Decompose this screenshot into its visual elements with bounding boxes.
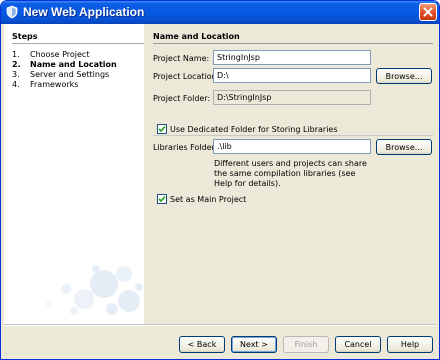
step-label: Frameworks — [30, 80, 79, 89]
step-label: Server and Settings — [30, 70, 110, 79]
project-folder-input[interactable] — [213, 90, 371, 105]
project-location-label: Project Location: — [153, 72, 220, 81]
steps-divider — [12, 43, 144, 44]
steps-panel: Steps 1. Choose Project 2. Name and Locati… — [4, 24, 144, 324]
close-button[interactable] — [419, 3, 437, 21]
step-name-and-location: 2. Name and Location — [12, 60, 117, 69]
next-button[interactable]: Next > — [231, 336, 277, 353]
libraries-folder-input[interactable] — [213, 139, 371, 154]
project-name-input[interactable] — [213, 50, 371, 65]
step-server-and-settings: 3. Server and Settings — [12, 70, 109, 79]
step-label: Name and Location — [30, 60, 117, 69]
step-number: 2. — [12, 60, 21, 69]
decorative-bubbles-graphic — [46, 265, 143, 315]
libraries-help-note: Different users and projects can share t… — [214, 159, 367, 188]
project-location-input[interactable] — [213, 68, 371, 83]
step-number: 1. — [12, 50, 20, 59]
main-project-checkbox[interactable] — [157, 194, 167, 204]
wizard-window: New Web Application Steps 1. Choose Proje… — [0, 0, 440, 360]
dedicated-folder-checkbox[interactable] — [157, 124, 167, 134]
step-frameworks: 4. Frameworks — [12, 80, 78, 89]
footer-divider-highlight — [4, 325, 436, 326]
close-icon — [423, 7, 433, 17]
dedicated-folder-label[interactable]: Use Dedicated Folder for Storing Librari… — [170, 125, 338, 134]
help-button[interactable]: Help — [387, 336, 433, 353]
checkmark-icon — [158, 125, 166, 133]
step-number: 3. — [12, 70, 20, 79]
project-name-label: Project Name: — [153, 54, 210, 63]
project-location-browse-button[interactable]: Browse... — [376, 68, 432, 84]
step-label: Choose Project — [30, 50, 90, 59]
cancel-button[interactable]: Cancel — [335, 336, 381, 353]
section-heading: Name and Location — [153, 32, 240, 41]
finish-button[interactable]: Finish — [283, 336, 329, 353]
back-button[interactable]: < Back — [179, 336, 225, 353]
section-divider — [153, 43, 433, 44]
step-choose-project: 1. Choose Project — [12, 50, 89, 59]
project-folder-label: Project Folder: — [153, 94, 211, 103]
title-bar[interactable]: New Web Application — [1, 1, 439, 24]
libraries-folder-browse-button[interactable]: Browse... — [376, 139, 432, 155]
window-title: New Web Application — [23, 5, 145, 19]
steps-heading: Steps — [12, 32, 38, 41]
name-and-location-panel: Name and Location Project Name: Project … — [146, 24, 436, 324]
step-number: 4. — [12, 80, 20, 89]
libraries-folder-label: Libraries Folder: — [153, 143, 218, 152]
app-icon — [6, 5, 18, 19]
checkmark-icon — [158, 195, 166, 203]
form-divider — [153, 135, 433, 136]
main-project-label[interactable]: Set as Main Project — [170, 195, 246, 204]
